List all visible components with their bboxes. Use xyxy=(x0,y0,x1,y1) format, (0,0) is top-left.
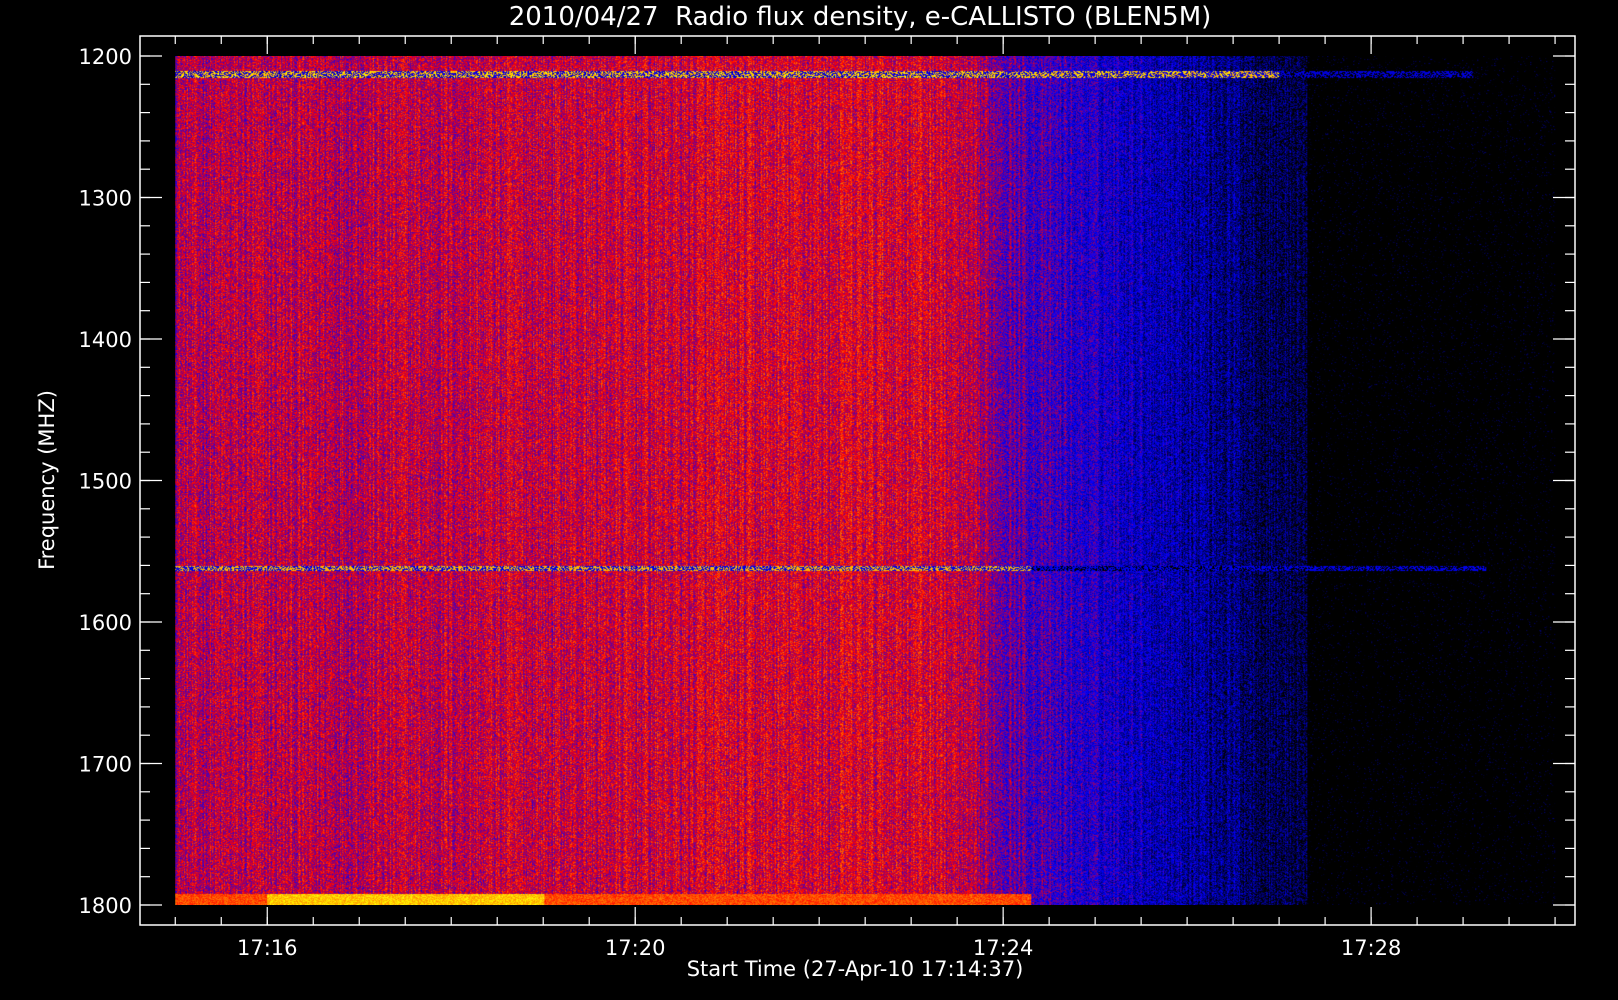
spectrogram-chart: 2010/04/27 Radio flux density, e-CALLIST… xyxy=(0,0,1618,1000)
y-tick-label: 1700 xyxy=(79,753,132,777)
y-tick-label: 1400 xyxy=(79,328,132,352)
y-tick-label: 1200 xyxy=(79,45,132,69)
x-tick-label: 17:20 xyxy=(605,936,666,960)
x-tick-label: 17:28 xyxy=(1341,936,1402,960)
spectrogram-image xyxy=(175,56,1556,905)
y-tick-label: 1500 xyxy=(79,470,132,494)
spectrogram-heatmap xyxy=(175,56,1556,905)
y-tick-label: 1300 xyxy=(79,187,132,211)
y-axis-label: Frequency (MHZ) xyxy=(35,390,59,570)
y-tick-label: 1800 xyxy=(79,894,132,918)
x-tick-label: 17:16 xyxy=(237,936,298,960)
chart-title: 2010/04/27 Radio flux density, e-CALLIST… xyxy=(509,2,1212,32)
x-axis-label: Start Time (27-Apr-10 17:14:37) xyxy=(687,957,1024,981)
y-tick-label: 1600 xyxy=(79,611,132,635)
